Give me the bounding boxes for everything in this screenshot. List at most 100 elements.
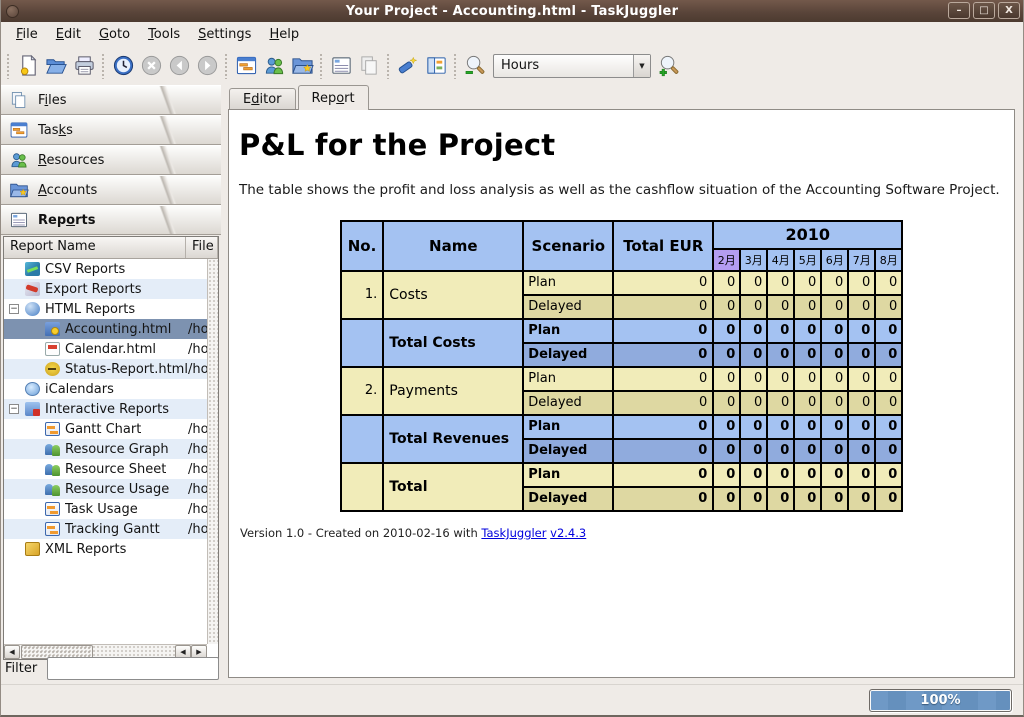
- side-panel-button[interactable]: [422, 52, 450, 80]
- cell-total: 0: [612, 317, 715, 344]
- tree-item-tracking-gantt[interactable]: Tracking Gantt/hor: [4, 519, 207, 539]
- tree-item-csv-reports[interactable]: CSV Reports: [4, 259, 207, 279]
- col-header-total: Total EUR: [612, 219, 715, 272]
- gantt-icon: [45, 422, 60, 436]
- tree-column-file[interactable]: File: [186, 237, 218, 258]
- report-view: P&L for the Project The table shows the …: [228, 109, 1015, 678]
- back-button[interactable]: [165, 52, 193, 80]
- menu-file[interactable]: File: [7, 24, 47, 45]
- cell-month-value: 0: [712, 413, 742, 440]
- tree-item-label: Export Reports: [45, 281, 142, 297]
- cell-month-value: 0: [874, 365, 904, 392]
- tree-item-label: Calendar.html: [65, 341, 157, 357]
- tree-item-resource-sheet[interactable]: Resource Sheet/hor: [4, 459, 207, 479]
- zoom-in-icon: [659, 55, 678, 77]
- menu-tools[interactable]: Tools: [139, 24, 189, 45]
- cell-month-value: 0: [847, 269, 877, 296]
- tree-item-file: /hor: [188, 501, 207, 517]
- tab-report[interactable]: Report: [297, 85, 369, 110]
- tree-item-export-reports[interactable]: Export Reports: [4, 279, 207, 299]
- period-select[interactable]: Hours ▼: [493, 53, 651, 78]
- toolbar-grip[interactable]: [386, 52, 391, 79]
- sidebar-item-resources[interactable]: Resources: [1, 145, 221, 175]
- tree-item-resource-usage[interactable]: Resource Usage/hor: [4, 479, 207, 499]
- resources-view-button[interactable]: [260, 52, 288, 80]
- check-syntax-button[interactable]: [394, 52, 422, 80]
- sidebar-item-accounts[interactable]: Accounts: [1, 175, 221, 205]
- version-link[interactable]: v2.4.3: [550, 526, 586, 540]
- cell-name: Payments: [382, 365, 525, 416]
- stop-button[interactable]: [137, 52, 165, 80]
- cell-month-value: 0: [712, 389, 742, 416]
- cell-month-value: 0: [847, 413, 877, 440]
- menu-help[interactable]: Help: [260, 24, 308, 45]
- tree-item-file: /hor: [188, 421, 207, 437]
- report-footer: Version 1.0 - Created on 2010-02-16 with…: [240, 526, 1004, 540]
- label-text: s: [66, 122, 73, 138]
- sidebar-item-files[interactable]: Files: [1, 85, 221, 115]
- schedule-button[interactable]: [109, 52, 137, 80]
- tree-item-resource-graph[interactable]: Resource Graph/hor: [4, 439, 207, 459]
- label-text: E: [55, 26, 64, 42]
- menu-edit[interactable]: Edit: [47, 24, 90, 45]
- taskjuggler-link[interactable]: TaskJuggler: [481, 526, 546, 540]
- sidebar-item-tasks[interactable]: Tasks: [1, 115, 221, 145]
- print-button[interactable]: [70, 52, 98, 80]
- tree-item-label: Gantt Chart: [65, 421, 142, 437]
- new-file-button[interactable]: [14, 52, 42, 80]
- label-text: oto: [109, 26, 131, 42]
- tree-item-icalendars[interactable]: iCalendars: [4, 379, 207, 399]
- cell-month-value: 0: [793, 389, 823, 416]
- open-file-button[interactable]: [42, 52, 70, 80]
- label-text: ools: [153, 26, 181, 42]
- toolbar-grip[interactable]: [6, 52, 11, 79]
- cell-month-value: 0: [793, 437, 823, 464]
- tree-vertical-scrollbar[interactable]: [207, 259, 218, 644]
- reports-view-button[interactable]: [327, 52, 355, 80]
- collapse-icon[interactable]: −: [9, 304, 19, 314]
- toolbar: Hours ▼: [1, 46, 1023, 85]
- tree-item-file: /hor: [188, 521, 207, 537]
- tree-item-calendar-html[interactable]: Calendar.html/hor: [4, 339, 207, 359]
- tree-item-status-report-html[interactable]: Status-Report.html/hor: [4, 359, 207, 379]
- cell-scenario: Delayed: [522, 485, 615, 512]
- filter-input[interactable]: [47, 656, 219, 680]
- toolbar-grip[interactable]: [319, 52, 324, 79]
- tab-editor[interactable]: Editor: [229, 88, 296, 110]
- accounts-view-button[interactable]: [288, 52, 316, 80]
- tree-item-gantt-chart[interactable]: Gantt Chart/hor: [4, 419, 207, 439]
- label-text: esources: [46, 152, 105, 168]
- label-text: o: [66, 212, 76, 228]
- toolbar-grip[interactable]: [101, 52, 106, 79]
- tree-item-xml-reports[interactable]: XML Reports: [4, 539, 207, 559]
- cell-month-value: 0: [793, 341, 823, 368]
- calendar-icon: [45, 342, 60, 356]
- zoom-out-button[interactable]: [461, 52, 489, 80]
- cell-total: 0: [612, 365, 715, 392]
- menu-goto[interactable]: Goto: [90, 24, 139, 45]
- tree-item-label: HTML Reports: [45, 301, 136, 317]
- menu-settings[interactable]: Settings: [189, 24, 260, 45]
- collapse-icon[interactable]: −: [9, 404, 19, 414]
- tree-item-task-usage[interactable]: Task Usage/hor: [4, 499, 207, 519]
- sidebar-item-reports[interactable]: Reports: [1, 205, 221, 235]
- cell-no: [339, 413, 385, 464]
- close-button[interactable]: X: [998, 2, 1020, 19]
- titlebar[interactable]: Your Project - Accounting.html - TaskJug…: [1, 0, 1023, 22]
- forward-button[interactable]: [193, 52, 221, 80]
- toolbar-grip[interactable]: [453, 52, 458, 79]
- tree-column-report-name[interactable]: Report Name: [4, 237, 186, 258]
- toolbar-grip[interactable]: [224, 52, 229, 79]
- maximize-button[interactable]: □: [973, 2, 995, 19]
- label-text: dit: [64, 26, 81, 42]
- label-text: rts: [75, 212, 96, 228]
- minimize-button[interactable]: –: [948, 2, 970, 19]
- tree-item-interactive-reports[interactable]: − Interactive Reports: [4, 399, 207, 419]
- zoom-in-button[interactable]: [655, 52, 683, 80]
- tree-item-accounting-html[interactable]: Accounting.html/hor: [4, 319, 207, 339]
- copy-button[interactable]: [355, 52, 383, 80]
- chevron-down-icon[interactable]: ▼: [633, 54, 650, 77]
- tasks-view-button[interactable]: [232, 52, 260, 80]
- tree-item-html-reports[interactable]: − HTML Reports: [4, 299, 207, 319]
- app-window: Your Project - Accounting.html - TaskJug…: [0, 0, 1024, 717]
